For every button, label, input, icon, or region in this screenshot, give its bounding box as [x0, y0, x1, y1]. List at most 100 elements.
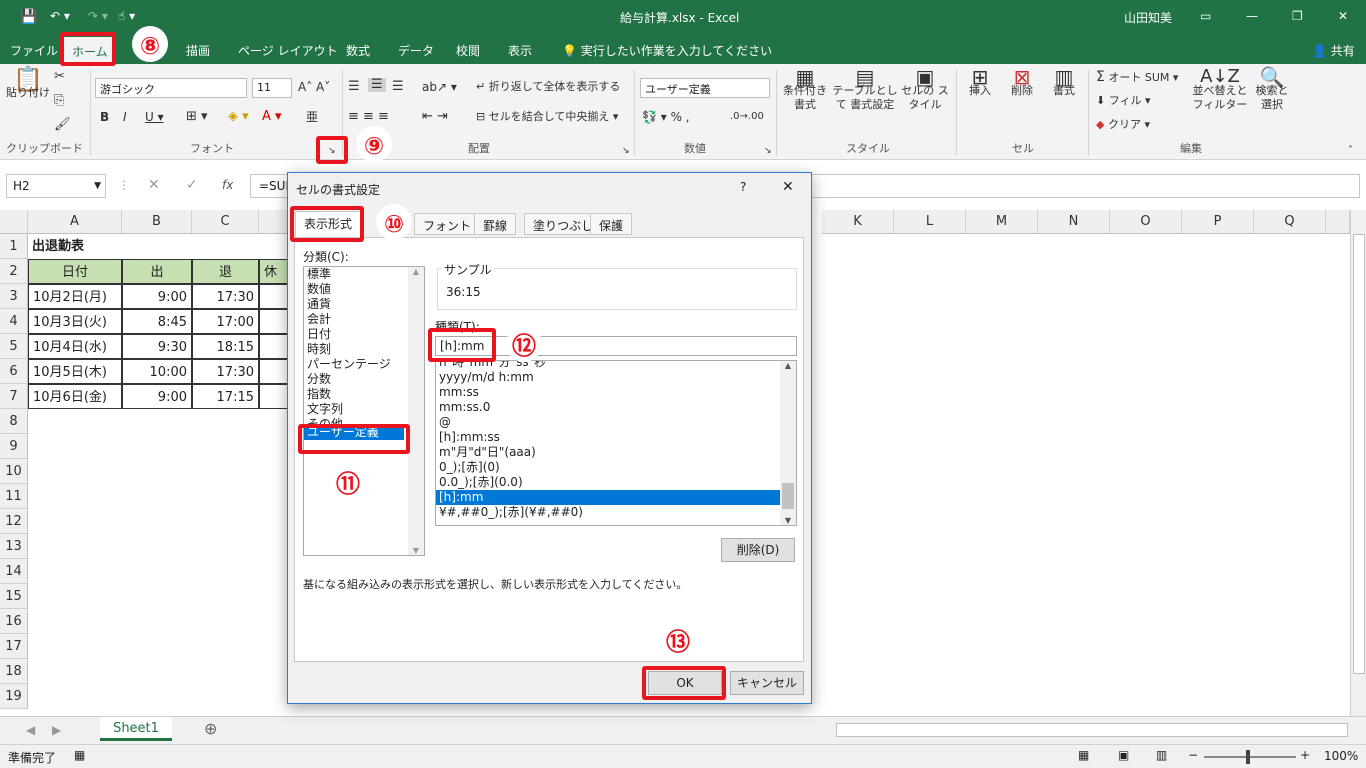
header-cell[interactable]: 休 [259, 259, 289, 284]
cut-icon[interactable]: ✂ [54, 70, 65, 84]
category-scrollbar[interactable]: ▲ ▼ [408, 267, 424, 555]
table-cell[interactable]: 8:45 [122, 309, 192, 334]
tab-draw[interactable]: 描画 [186, 42, 210, 59]
column-header[interactable]: C [192, 210, 259, 234]
scroll-thumb[interactable] [782, 483, 794, 509]
fill-button[interactable]: ⬇ フィル ▾ [1096, 94, 1151, 108]
cancel-button[interactable]: キャンセル [730, 671, 804, 695]
row-header[interactable]: 1 [0, 234, 28, 259]
tab-protection[interactable]: 保護 [590, 213, 633, 235]
format-as-table-button[interactable]: ▤ テーブルとして 書式設定 [830, 67, 900, 112]
underline-icon[interactable]: U ▾ [145, 110, 164, 124]
category-list[interactable]: 標準 数値 通貨 会計 日付 時刻 パーセンテージ 分数 指数 文字列 その他 … [303, 266, 425, 556]
list-item[interactable]: パーセンテージ [304, 357, 424, 372]
enter-icon[interactable]: ✓ [186, 177, 198, 193]
row-header[interactable]: 8 [0, 409, 28, 434]
list-item-selected[interactable]: [h]:mm [436, 490, 780, 505]
table-cell[interactable]: 18:15 [192, 334, 259, 359]
bold-icon[interactable]: B [100, 110, 109, 124]
sheet-tab[interactable]: Sheet1 [100, 717, 172, 741]
header-cell[interactable]: 退 [192, 259, 259, 284]
column-header[interactable]: L [894, 210, 966, 234]
zoom-slider[interactable] [1204, 756, 1296, 758]
align-bottom-icon[interactable]: ☰ [392, 80, 404, 94]
find-select-button[interactable]: 🔍 検索と 選択 [1252, 67, 1292, 112]
sort-filter-button[interactable]: A↓Z 並べ替えと フィルター [1192, 68, 1248, 112]
table-cell[interactable] [259, 334, 289, 359]
wrap-text-button[interactable]: ↵ 折り返して全体を表示する [476, 80, 620, 94]
table-cell[interactable]: 17:30 [192, 284, 259, 309]
table-cell[interactable]: 10月2日(月) [28, 284, 122, 309]
merge-center-button[interactable]: ⊟ セルを結合して中央揃え ▾ [476, 110, 618, 124]
redo-icon[interactable]: ↷ ▾ [88, 9, 108, 23]
user-name[interactable]: 山田知美 [1124, 9, 1172, 26]
name-box[interactable]: H2 ▼ [6, 174, 106, 198]
column-header[interactable]: K [822, 210, 894, 234]
tab-formulas[interactable]: 数式 [346, 42, 370, 59]
header-cell[interactable]: 出 [122, 259, 192, 284]
row-header[interactable]: 15 [0, 584, 28, 609]
currency-icon[interactable]: 💱 ▾ % , [642, 110, 690, 124]
list-item[interactable]: 0.0_);[赤](0.0) [436, 475, 796, 490]
column-header[interactable]: P [1182, 210, 1254, 234]
column-header[interactable]: O [1110, 210, 1182, 234]
zoom-level[interactable]: 100% [1324, 749, 1358, 763]
tell-me-box[interactable]: 💡 実行したい作業を入力してください [562, 42, 772, 59]
tab-file[interactable]: ファイル [10, 42, 58, 59]
align-top-icon[interactable]: ☰ [348, 80, 360, 94]
table-cell[interactable]: 9:00 [122, 384, 192, 409]
scroll-thumb[interactable] [1353, 234, 1365, 674]
table-cell[interactable]: 10月6日(金) [28, 384, 122, 409]
list-item[interactable]: 指数 [304, 387, 424, 402]
row-header[interactable]: 18 [0, 659, 28, 684]
header-cell[interactable]: 日付 [28, 259, 122, 284]
fill-color-icon[interactable]: ◈ ▾ [228, 110, 249, 124]
row-header[interactable]: 11 [0, 484, 28, 509]
row-header[interactable]: 19 [0, 684, 28, 709]
row-header[interactable]: 4 [0, 309, 28, 334]
save-icon[interactable]: 💾 [20, 9, 37, 25]
italic-icon[interactable]: I [123, 110, 127, 124]
delete-cells-button[interactable]: ⊠ 削除 [1002, 67, 1042, 98]
type-scrollbar[interactable]: ▲ ▼ [780, 361, 796, 525]
indent-icon[interactable]: ⇤ ⇥ [422, 110, 448, 124]
touch-mode-icon[interactable]: ☝ ▾ [118, 9, 135, 23]
column-header[interactable]: N [1038, 210, 1110, 234]
macro-record-icon[interactable]: ▦ [74, 748, 85, 762]
phonetic-icon[interactable]: 亜 [306, 110, 318, 124]
list-item[interactable]: yyyy/m/d h:mm [436, 370, 796, 385]
table-cell[interactable]: 9:30 [122, 334, 192, 359]
scroll-up-icon[interactable]: ▲ [780, 361, 796, 370]
restore-icon[interactable]: ❐ [1292, 9, 1303, 23]
format-painter-icon[interactable]: 🖌 [54, 118, 71, 132]
font-color-icon[interactable]: A ▾ [262, 110, 282, 124]
scroll-up-icon[interactable]: ▲ [408, 267, 424, 276]
table-cell[interactable] [259, 384, 289, 409]
grow-font-icon[interactable]: A˄ A˅ [298, 80, 330, 94]
prev-sheet-icon[interactable]: ◀ [26, 723, 35, 737]
vertical-scrollbar[interactable] [1350, 210, 1366, 716]
normal-view-icon[interactable]: ▦ [1078, 748, 1089, 762]
row-header[interactable]: 6 [0, 359, 28, 384]
column-header[interactable]: M [966, 210, 1038, 234]
border-icon[interactable]: ⊞ ▾ [186, 110, 208, 124]
format-cells-button[interactable]: ▥ 書式 [1044, 67, 1084, 98]
row-header[interactable]: 3 [0, 284, 28, 309]
copy-icon[interactable]: ⎘ [54, 94, 64, 108]
row-header[interactable]: 14 [0, 559, 28, 584]
number-dialog-launcher-icon[interactable]: ↘ [764, 144, 772, 158]
add-sheet-icon[interactable]: ⊕ [204, 719, 217, 738]
list-item[interactable]: [h]:mm:ss [436, 430, 796, 445]
align-middle-icon[interactable]: ☰ [368, 78, 386, 92]
row-header[interactable]: 13 [0, 534, 28, 559]
table-cell[interactable]: 10月5日(木) [28, 359, 122, 384]
row-header[interactable]: 16 [0, 609, 28, 634]
list-item[interactable]: 分数 [304, 372, 424, 387]
list-item[interactable]: 会計 [304, 312, 424, 327]
number-format-combo[interactable]: ユーザー定義 [640, 78, 770, 98]
zoom-out-icon[interactable]: − [1188, 748, 1198, 762]
share-button[interactable]: 👤 共有 [1312, 42, 1355, 59]
table-cell[interactable] [259, 284, 289, 309]
column-header[interactable]: A [28, 210, 122, 234]
list-item[interactable]: 日付 [304, 327, 424, 342]
